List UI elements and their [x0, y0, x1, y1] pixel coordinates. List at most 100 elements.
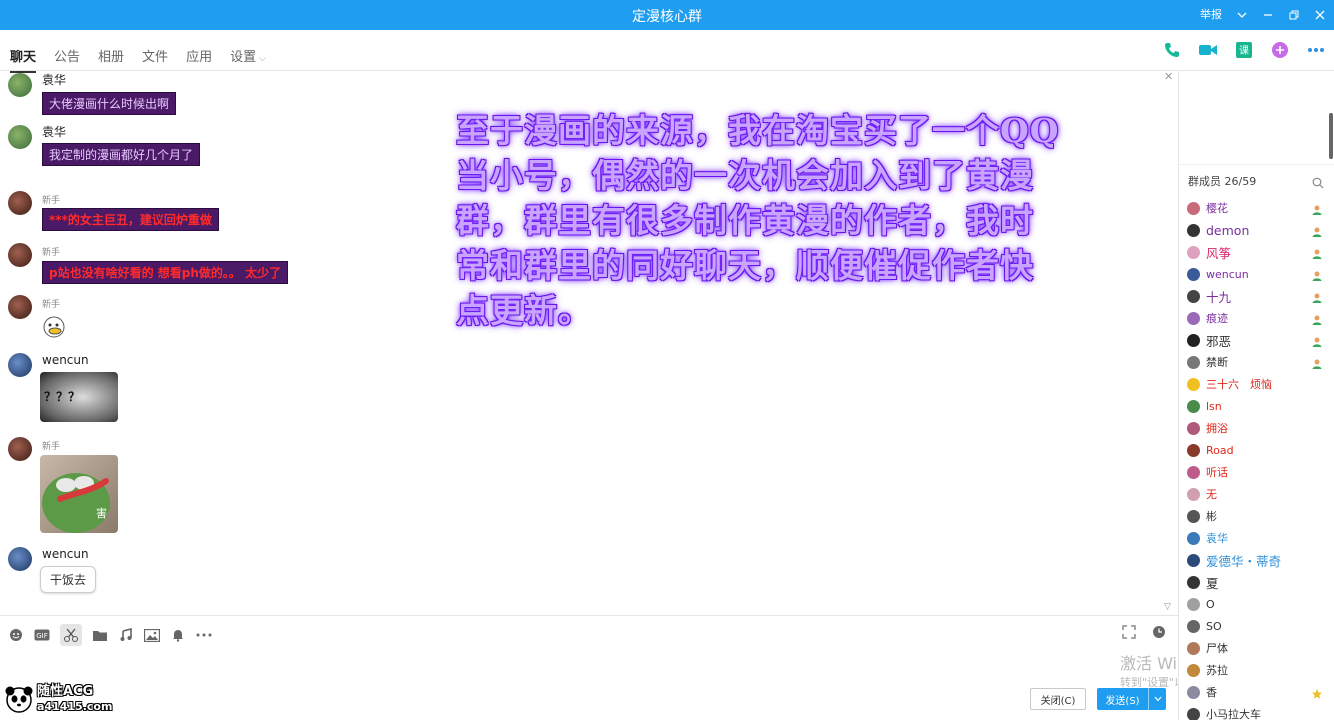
- more-icon[interactable]: [1306, 40, 1326, 60]
- member-item[interactable]: 无: [1187, 483, 1333, 505]
- member-item[interactable]: 夏: [1187, 571, 1333, 593]
- meme-image[interactable]: 害: [40, 455, 118, 533]
- scroll-down-icon[interactable]: ▽: [1164, 602, 1171, 612]
- avatar: [1187, 333, 1200, 347]
- report-button[interactable]: 举报: [1200, 7, 1222, 23]
- message-bubble: 我定制的漫画都好几个月了: [42, 143, 201, 166]
- avatar[interactable]: [8, 295, 32, 319]
- avatar: [1187, 267, 1200, 281]
- member-item[interactable]: 三十六 烦恼: [1187, 373, 1333, 395]
- member-item[interactable]: 苏拉: [1187, 659, 1333, 681]
- avatar[interactable]: [8, 73, 32, 97]
- member-name: 十九: [1206, 289, 1232, 305]
- bell-icon[interactable]: [170, 627, 186, 643]
- tab-files[interactable]: 文件: [142, 46, 168, 71]
- restore-icon[interactable]: [1288, 9, 1300, 21]
- member-name: demon: [1206, 222, 1250, 238]
- tab-apps[interactable]: 应用: [186, 46, 212, 71]
- history-clock-icon[interactable]: [1152, 624, 1166, 643]
- logo-line: a41415.com: [37, 700, 113, 713]
- svg-text:课: 课: [1239, 45, 1249, 57]
- overlay-line: 常和群里的同好聊天，顺便催促作者快: [456, 246, 1034, 285]
- member-name: 邪恶: [1206, 333, 1232, 349]
- avatar[interactable]: [8, 547, 32, 571]
- emoji-icon[interactable]: [8, 627, 24, 643]
- sticker-image[interactable]: [40, 313, 68, 339]
- member-item[interactable]: 痕迹: [1187, 307, 1333, 329]
- member-item[interactable]: 禁断: [1187, 351, 1333, 373]
- search-icon[interactable]: [1312, 174, 1324, 193]
- member-item[interactable]: O: [1187, 593, 1333, 615]
- member-item[interactable]: Road: [1187, 439, 1333, 461]
- member-item[interactable]: lsn: [1187, 395, 1333, 417]
- member-item[interactable]: SO: [1187, 615, 1333, 637]
- meme-image[interactable]: ？？？: [40, 372, 118, 422]
- collapse-icon[interactable]: ✕: [1164, 70, 1173, 83]
- overlay-line: 点更新。: [456, 291, 592, 330]
- scrollbar[interactable]: [1329, 113, 1333, 159]
- avatar[interactable]: [8, 243, 32, 267]
- tab-announcement[interactable]: 公告: [54, 46, 80, 71]
- classroom-icon[interactable]: 课: [1234, 40, 1254, 60]
- member-item[interactable]: 樱花: [1187, 197, 1333, 219]
- sender-name[interactable]: 袁华: [42, 123, 66, 140]
- music-icon[interactable]: [118, 627, 134, 643]
- member-item[interactable]: demon: [1187, 219, 1333, 241]
- member-name: 听话: [1206, 466, 1228, 479]
- sender-name[interactable]: wencun: [42, 547, 89, 561]
- member-list[interactable]: 樱花 demon 风筝 wencun 十九痕迹邪恶禁断 三十六 烦恼 lsn 拥浴 Road 听话…: [1187, 197, 1333, 720]
- sender-name[interactable]: 新手: [42, 193, 60, 206]
- gif-icon[interactable]: GIF: [34, 627, 50, 643]
- tab-settings[interactable]: 设置 ⌵: [230, 46, 266, 71]
- avatar: [1187, 245, 1200, 259]
- member-item[interactable]: 小马拉大车: [1187, 703, 1333, 720]
- add-app-icon[interactable]: [1270, 40, 1290, 60]
- member-item[interactable]: 听话: [1187, 461, 1333, 483]
- image-icon[interactable]: [144, 627, 160, 643]
- more-icon[interactable]: [196, 627, 212, 643]
- sender-name[interactable]: wencun: [42, 353, 89, 367]
- member-item[interactable]: 风筝: [1187, 241, 1333, 263]
- chevron-down-icon[interactable]: [1148, 688, 1166, 710]
- member-item[interactable]: 彬: [1187, 505, 1333, 527]
- input-toolbar: GIF: [8, 624, 212, 646]
- avatar[interactable]: [8, 191, 32, 215]
- chevron-down-icon[interactable]: [1236, 9, 1248, 21]
- tab-album[interactable]: 相册: [98, 46, 124, 71]
- close-icon[interactable]: [1314, 9, 1326, 21]
- scissors-icon[interactable]: [60, 624, 82, 646]
- member-item[interactable]: 爱德华・蒂奇: [1187, 549, 1333, 571]
- tab-chat[interactable]: 聊天: [10, 46, 37, 73]
- panda-logo-icon: [5, 686, 33, 713]
- tab-label: 文件: [142, 50, 169, 65]
- message-bubble: ***的女主巨丑，建议回炉重做: [42, 208, 219, 231]
- member-item[interactable]: 十九: [1187, 285, 1333, 307]
- sender-name[interactable]: 新手: [42, 297, 60, 310]
- member-item[interactable]: wencun: [1187, 263, 1333, 285]
- member-status-icon: [1311, 289, 1323, 303]
- avatar[interactable]: [8, 125, 32, 149]
- message-bubble: p站也没有啥好看的 想看ph做的。。 太少了: [42, 261, 289, 284]
- avatar[interactable]: [8, 353, 32, 377]
- member-item[interactable]: 邪恶: [1187, 329, 1333, 351]
- avatar: [1187, 553, 1200, 567]
- avatar: [1187, 597, 1200, 611]
- send-button[interactable]: 发送(S): [1097, 688, 1166, 710]
- message-input-area[interactable]: GIF: [0, 615, 1178, 720]
- avatar[interactable]: [8, 437, 32, 461]
- member-item[interactable]: 香: [1187, 681, 1333, 703]
- folder-icon[interactable]: [92, 627, 108, 643]
- phone-icon[interactable]: [1162, 40, 1182, 60]
- group-announcement-area[interactable]: [1179, 71, 1334, 165]
- member-item[interactable]: 尸体: [1187, 637, 1333, 659]
- meme-caption: ？？？: [44, 390, 81, 404]
- member-item[interactable]: 袁华: [1187, 527, 1333, 549]
- minimize-icon[interactable]: [1262, 9, 1274, 21]
- sender-name[interactable]: 新手: [42, 245, 60, 258]
- expand-icon[interactable]: [1122, 624, 1136, 643]
- sender-name[interactable]: 袁华: [42, 71, 66, 88]
- video-call-icon[interactable]: [1198, 40, 1218, 60]
- sender-name[interactable]: 新手: [42, 439, 60, 452]
- member-item[interactable]: 拥浴: [1187, 417, 1333, 439]
- close-button[interactable]: 关闭(C): [1030, 688, 1086, 710]
